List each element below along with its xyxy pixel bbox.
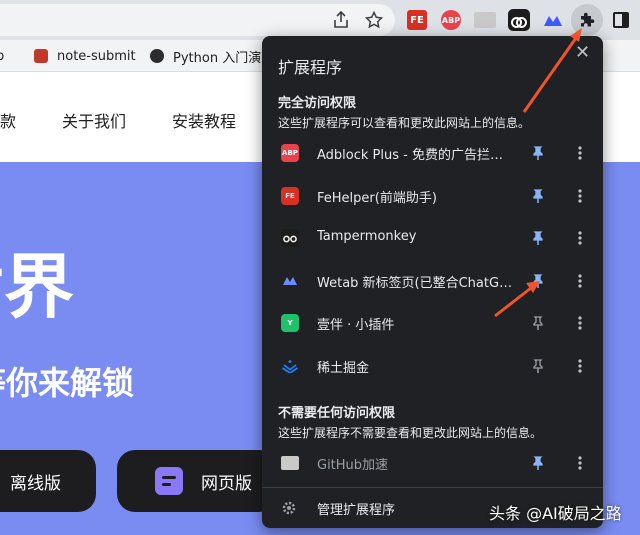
juejin-icon bbox=[281, 356, 299, 375]
nav-link-install-guide[interactable]: 安装教程 bbox=[172, 108, 236, 132]
share-icon[interactable] bbox=[329, 8, 353, 32]
adblock-plus-icon: ABP bbox=[281, 144, 299, 162]
full-access-heading: 完全访问权限 bbox=[278, 96, 357, 111]
extension-name: Adblock Plus - 免费的广告拦截器 bbox=[317, 148, 515, 163]
pin-outline-icon[interactable] bbox=[530, 315, 546, 331]
hero-title: 世界 bbox=[0, 246, 74, 328]
nav-link-about[interactable]: 关于我们 bbox=[62, 108, 126, 132]
adblock-plus-icon[interactable]: ABP bbox=[441, 10, 461, 30]
fehelper-icon[interactable]: FE bbox=[407, 10, 427, 30]
no-access-heading: 不需要任何访问权限 bbox=[278, 406, 396, 421]
extension-name: 稀土掘金 bbox=[317, 360, 370, 376]
more-options-icon[interactable] bbox=[572, 188, 588, 204]
browser-toolbar: FE ABP bbox=[0, 0, 640, 40]
extension-row[interactable]: Wetab 新标签页(已整合ChatGPT) bbox=[262, 260, 603, 302]
popup-title: 扩展程序 bbox=[278, 58, 343, 77]
github-accelerate-icon bbox=[281, 456, 299, 470]
bookmark-item[interactable]: b bbox=[0, 47, 4, 65]
extension-row[interactable]: 稀土掘金 bbox=[262, 345, 603, 387]
bookmark-item-note-submit[interactable]: note-submit bbox=[34, 47, 136, 65]
extensions-puzzle-icon[interactable] bbox=[571, 4, 603, 36]
yiban-icon: Y bbox=[281, 314, 299, 332]
gear-icon bbox=[282, 501, 296, 515]
extension-row[interactable]: Tampermonkey bbox=[262, 217, 603, 259]
extension-row[interactable]: GitHub加速 bbox=[262, 442, 603, 484]
bookmark-item-python[interactable]: Python 入门演示 bbox=[150, 47, 275, 66]
more-options-icon[interactable] bbox=[572, 273, 588, 289]
extension-name: Wetab 新标签页(已整合ChatGPT) bbox=[317, 275, 515, 291]
side-panel-icon[interactable] bbox=[613, 12, 629, 28]
pin-outline-icon[interactable] bbox=[530, 358, 546, 374]
wetab-icon[interactable] bbox=[543, 13, 563, 27]
offline-version-button[interactable]: 离线版 bbox=[0, 450, 96, 512]
bookmark-favicon-icon bbox=[150, 49, 164, 63]
web-version-button[interactable]: 网页版 bbox=[117, 450, 277, 512]
pin-filled-icon[interactable] bbox=[530, 230, 546, 246]
offline-button-label: 离线版 bbox=[10, 473, 61, 494]
bookmark-favicon-icon bbox=[34, 49, 48, 63]
github-accelerate-icon[interactable] bbox=[474, 12, 496, 28]
manage-extensions-label: 管理扩展程序 bbox=[317, 503, 396, 518]
web-app-icon bbox=[155, 467, 183, 495]
extensions-popup: 扩展程序 ✕ 完全访问权限 这些扩展程序可以查看和更改此网站上的信息。 ABP A… bbox=[262, 36, 603, 528]
bookmark-label: b bbox=[0, 48, 5, 64]
bookmark-label: note-submit bbox=[57, 48, 136, 64]
extension-name: GitHub加速 bbox=[317, 458, 389, 473]
pin-filled-icon[interactable] bbox=[530, 273, 546, 289]
hero-subtitle: 等你来解锁 bbox=[0, 364, 135, 402]
more-options-icon[interactable] bbox=[572, 145, 588, 161]
extension-row[interactable]: Y 壹伴 · 小插件 bbox=[262, 302, 603, 344]
web-button-label: 网页版 bbox=[201, 473, 252, 494]
more-options-icon[interactable] bbox=[572, 230, 588, 246]
extension-name: FeHelper(前端助手) bbox=[317, 190, 437, 206]
more-options-icon[interactable] bbox=[572, 315, 588, 331]
extension-row[interactable]: FE FeHelper(前端助手) bbox=[262, 175, 603, 217]
more-options-icon[interactable] bbox=[572, 358, 588, 374]
watermark-text: 头条 @AI破局之路 bbox=[489, 504, 622, 523]
pin-filled-icon[interactable] bbox=[530, 145, 546, 161]
pin-filled-icon[interactable] bbox=[530, 455, 546, 471]
extension-name: 壹伴 · 小插件 bbox=[317, 318, 395, 333]
pin-filled-icon[interactable] bbox=[530, 188, 546, 204]
bookmark-star-icon[interactable] bbox=[362, 8, 386, 32]
full-access-description: 这些扩展程序可以查看和更改此网站上的信息。 bbox=[278, 116, 531, 130]
tampermonkey-icon bbox=[281, 229, 299, 247]
fehelper-icon: FE bbox=[281, 186, 299, 205]
close-icon[interactable]: ✕ bbox=[575, 42, 590, 63]
tampermonkey-icon[interactable] bbox=[508, 9, 530, 31]
more-options-icon[interactable] bbox=[572, 455, 588, 471]
extension-name: Tampermonkey bbox=[317, 229, 417, 244]
nav-link[interactable]: 款 bbox=[0, 108, 16, 132]
extension-row[interactable]: ABP Adblock Plus - 免费的广告拦截器 bbox=[262, 132, 603, 174]
bookmark-label: Python 入门演示 bbox=[173, 50, 275, 66]
wetab-icon bbox=[281, 271, 299, 290]
no-access-description: 这些扩展程序不需要查看和更改此网站上的信息。 bbox=[278, 426, 543, 440]
